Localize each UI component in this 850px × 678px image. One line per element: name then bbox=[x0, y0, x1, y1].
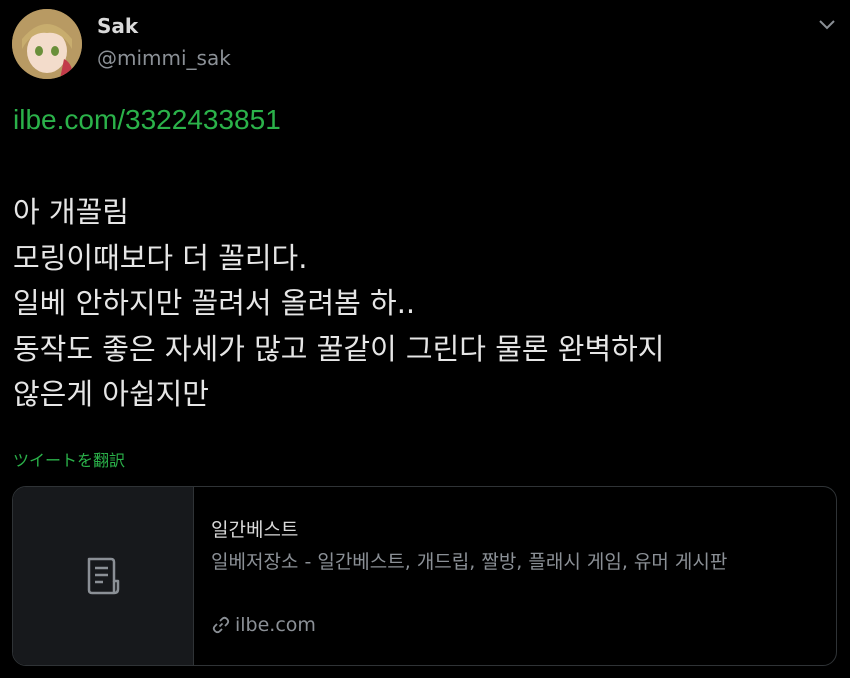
tweet-text: 아 개꼴림 모링이때보다 더 꼴리다. 일베 안하지만 꼴려서 올려봄 하.. … bbox=[13, 190, 833, 418]
author-display-name[interactable]: Sak bbox=[97, 14, 138, 38]
author-handle[interactable]: @mimmi_sak bbox=[97, 46, 231, 70]
card-domain: ilbe.com bbox=[211, 614, 316, 636]
tweet-line: 모링이때보다 더 꼴리다. bbox=[13, 240, 308, 275]
card-description: 일베저장소 - 일간베스트, 개드립, 짤방, 플래시 게임, 유머 게시판 bbox=[211, 551, 728, 573]
more-options-button[interactable] bbox=[812, 10, 842, 40]
card-title: 일간베스트 bbox=[211, 519, 299, 541]
avatar[interactable] bbox=[12, 9, 82, 79]
card-domain-text: ilbe.com bbox=[235, 614, 316, 636]
link-icon bbox=[212, 616, 230, 634]
tweet-line: 동작도 좋은 자세가 많고 꿀같이 그린다 물론 완벽하지 bbox=[13, 331, 665, 366]
translate-tweet-link[interactable]: ツイートを翻訳 bbox=[13, 447, 125, 471]
chevron-down-icon bbox=[819, 20, 835, 30]
tweet-line: 일베 안하지만 꼴려서 올려봄 하.. bbox=[13, 286, 416, 320]
card-thumbnail bbox=[13, 487, 194, 665]
tweet-url-link[interactable]: ilbe.com/3322433851 bbox=[13, 104, 281, 136]
link-preview-card[interactable]: 일간베스트 일베저장소 - 일간베스트, 개드립, 짤방, 플래시 게임, 유머… bbox=[12, 486, 837, 666]
tweet-line: 아 개꼴림 bbox=[13, 195, 129, 229]
document-icon bbox=[87, 557, 120, 595]
tweet-line: 않은게 아쉽지만 bbox=[13, 377, 209, 411]
avatar-image bbox=[12, 9, 82, 79]
